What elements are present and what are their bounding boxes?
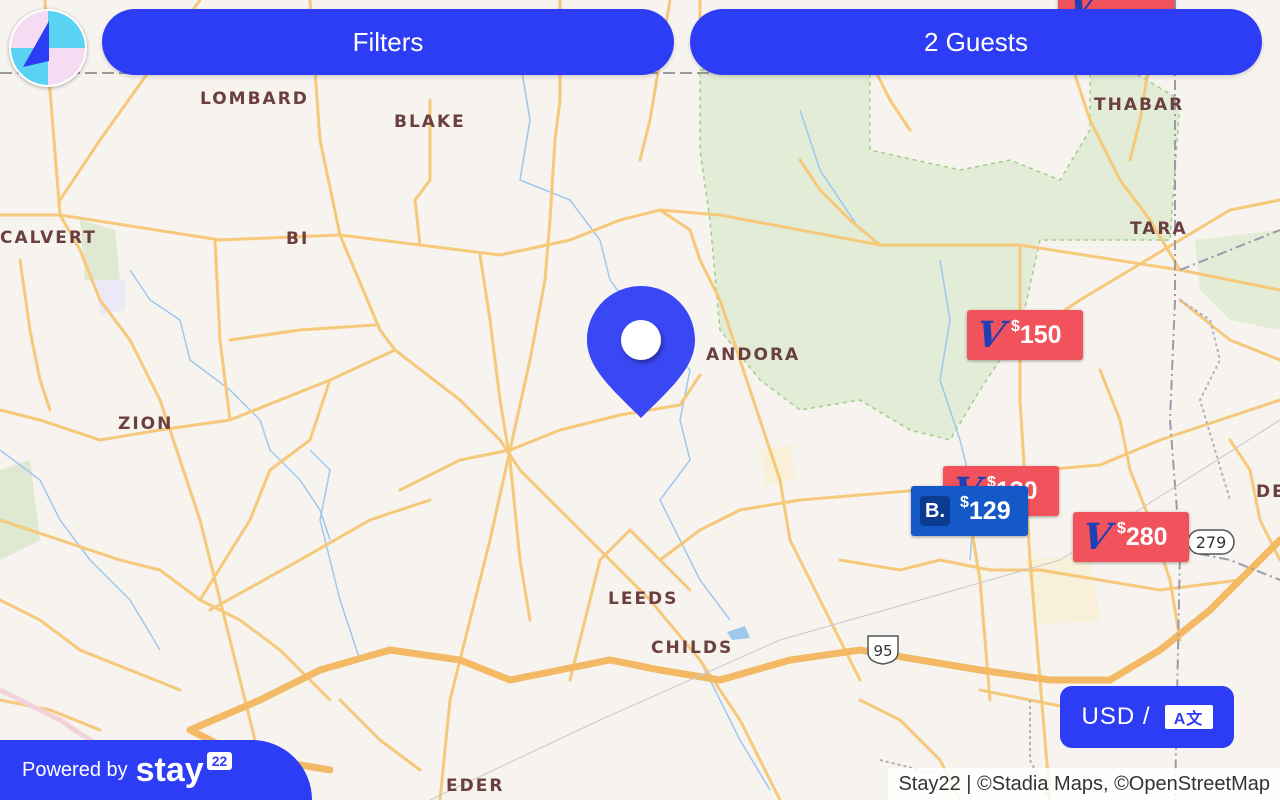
place-label-leeds: LEEDS <box>608 589 678 609</box>
urban-area <box>760 445 795 485</box>
listing-price: $129 <box>960 493 1011 525</box>
listing-marker-vrbo-150[interactable]: V $150 <box>967 310 1083 360</box>
vrbo-logo-icon: V <box>1080 516 1114 558</box>
location-pin-icon[interactable] <box>584 285 698 421</box>
listing-price: $150 <box>1010 317 1062 349</box>
place-label-de: DE <box>1256 482 1280 502</box>
guests-button[interactable]: 2 Guests <box>690 9 1262 75</box>
place-label-zion: ZION <box>118 414 173 434</box>
place-label-eder: EDER <box>446 776 504 796</box>
translate-icon: A文 <box>1164 705 1213 729</box>
route-279-shield: 279 <box>1187 529 1235 555</box>
listing-marker-vrbo-280[interactable]: V $280 <box>1073 512 1189 562</box>
place-label-tara: TARA <box>1130 219 1188 239</box>
svg-text:279: 279 <box>1196 533 1227 552</box>
listing-price: $280 <box>1116 519 1168 551</box>
powered-by-stay22[interactable]: Powered by stay 22 <box>0 740 312 800</box>
filters-button[interactable]: Filters <box>102 9 674 75</box>
stay22-logo-icon <box>9 9 87 87</box>
place-label-calvert: CALVERT <box>0 228 97 248</box>
place-label-blake: BLAKE <box>394 112 466 132</box>
app-logo[interactable] <box>9 9 87 87</box>
booking-logo-icon: B. <box>920 496 950 526</box>
place-label-andora: ANDORA <box>706 345 800 365</box>
stay22-badge: 22 <box>206 752 233 770</box>
place-label-childs: CHILDS <box>651 638 733 658</box>
interstate-95-shield: 95 <box>867 635 899 665</box>
place-label-lombard: LOMBARD <box>200 89 309 109</box>
listing-marker-booking-129[interactable]: B. $129 <box>911 486 1028 536</box>
place-label-bi: BI <box>286 229 309 249</box>
powered-by-label: Powered by <box>22 758 128 781</box>
svg-text:95: 95 <box>873 642 892 660</box>
currency-label: USD / <box>1081 703 1151 730</box>
map-attribution[interactable]: Stay22 | ©Stadia Maps, ©OpenStreetMap <box>888 768 1280 800</box>
stay22-wordmark: stay <box>135 750 204 789</box>
vrbo-logo-icon: V <box>974 314 1008 356</box>
currency-language-button[interactable]: USD / A文 <box>1060 686 1234 748</box>
place-label-thabar: THABAR <box>1094 95 1184 115</box>
